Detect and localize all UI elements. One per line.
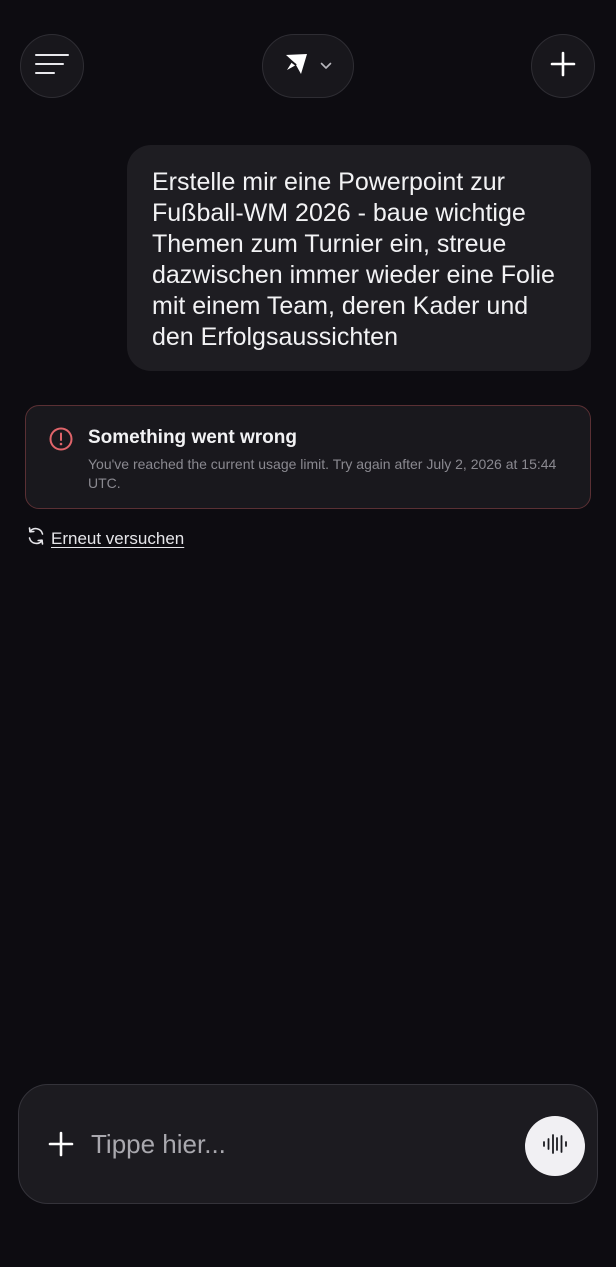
attach-plus-icon[interactable]	[48, 1131, 74, 1157]
voice-input-button[interactable]	[525, 1116, 585, 1176]
error-banner: Something went wrong You've reached the …	[25, 405, 591, 509]
kite-logo-icon	[284, 53, 308, 80]
menu-button[interactable]	[20, 34, 84, 98]
message-input[interactable]	[91, 1123, 511, 1165]
model-selector[interactable]	[262, 34, 354, 98]
alert-circle-icon	[48, 426, 74, 452]
user-message-line: Fußball-WM 2026 - baue wichtige	[152, 199, 526, 227]
message-composer	[18, 1084, 598, 1204]
user-message-bubble: Erstelle mir eine Powerpoint zur Fußball…	[127, 145, 591, 371]
user-message-line: mit einem Team, deren Kader und	[152, 292, 529, 320]
new-chat-button[interactable]	[531, 34, 595, 98]
waveform-icon	[542, 1133, 568, 1160]
user-message-line: Erstelle mir eine Powerpoint zur	[152, 168, 505, 196]
chat-screen: Erstelle mir eine Powerpoint zur Fußball…	[0, 0, 616, 1267]
error-title: Something went wrong	[88, 427, 297, 448]
retry-link[interactable]: Erneut versuchen	[26, 526, 184, 551]
user-message-line: Themen zum Turnier ein, streue	[152, 230, 507, 258]
user-message-line: den Erfolgsaussichten	[152, 323, 398, 351]
error-message: You've reached the current usage limit. …	[88, 456, 557, 491]
plus-icon	[550, 51, 576, 82]
chevron-down-icon	[320, 57, 332, 75]
menu-lines-icon	[35, 53, 69, 80]
refresh-icon	[26, 526, 46, 551]
user-message-line: dazwischen immer wieder eine Folie	[152, 261, 555, 289]
retry-label[interactable]: Erneut versuchen	[51, 529, 184, 549]
